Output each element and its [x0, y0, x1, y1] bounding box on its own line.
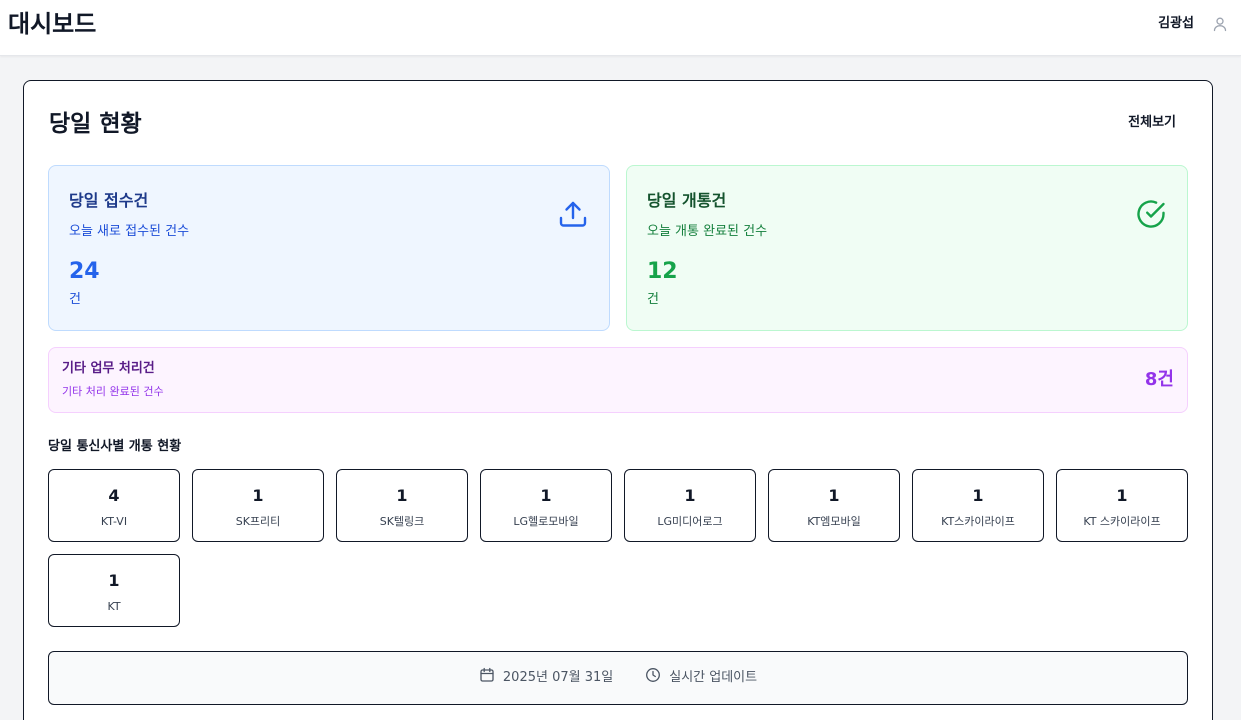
carrier-card[interactable]: 1 LG헬로모바일 — [480, 469, 612, 542]
opened-stat-card[interactable]: 당일 개통건 오늘 개통 완료된 건수 12 건 — [626, 165, 1188, 331]
received-stat-card[interactable]: 당일 접수건 오늘 새로 접수된 건수 24 건 — [48, 165, 610, 331]
other-tasks-card[interactable]: 기타 업무 처리건 기타 처리 완료된 건수 8건 — [48, 347, 1188, 413]
carrier-count: 4 — [108, 486, 120, 505]
carrier-name: LG미디어로그 — [657, 515, 723, 528]
carrier-card[interactable]: 1 SK텔링크 — [336, 469, 468, 542]
carrier-count: 1 — [396, 486, 408, 505]
carrier-card[interactable]: 1 LG미디어로그 — [624, 469, 756, 542]
app-title: 대시보드 — [8, 10, 97, 38]
opened-value: 12 — [647, 259, 678, 284]
other-title: 기타 업무 처리건 — [62, 361, 155, 376]
received-title: 당일 접수건 — [69, 191, 149, 210]
top-bar: 대시보드 김광섭 — [0, 0, 1241, 56]
carrier-card[interactable]: 1 KT — [48, 554, 180, 627]
date-text: 2025년 07월 31일 — [502, 670, 614, 685]
user-icon[interactable] — [1212, 16, 1228, 32]
carrier-count: 1 — [252, 486, 264, 505]
clock-icon — [645, 667, 661, 689]
received-value: 24 — [69, 259, 100, 284]
carrier-count: 1 — [684, 486, 696, 505]
carrier-count: 1 — [972, 486, 984, 505]
upload-icon — [557, 198, 589, 230]
realtime-update-indicator: 실시간 업데이트 — [645, 667, 757, 689]
daily-status-card: 당일 현황 전체보기 당일 접수건 오늘 새로 접수된 건수 24 건 당일 개… — [23, 80, 1213, 720]
carrier-card[interactable]: 1 SK프리티 — [192, 469, 324, 542]
check-circle-icon — [1135, 198, 1167, 230]
calendar-icon — [479, 667, 495, 689]
carrier-name: KT스카이라이프 — [941, 515, 1015, 528]
carrier-name: KT엠모바일 — [807, 515, 861, 528]
carrier-name: KT — [107, 600, 121, 613]
carrier-count: 1 — [540, 486, 552, 505]
other-value: 8건 — [1144, 369, 1174, 390]
update-label: 실시간 업데이트 — [669, 670, 758, 685]
carrier-count: 1 — [108, 571, 120, 590]
carrier-section-title: 당일 통신사별 개통 현황 — [48, 439, 182, 454]
carrier-count: 1 — [1116, 486, 1128, 505]
carrier-name: SK프리티 — [235, 515, 281, 528]
opened-subtitle: 오늘 개통 완료된 건수 — [647, 224, 768, 239]
carrier-name: LG헬로모바일 — [513, 515, 579, 528]
opened-title: 당일 개통건 — [647, 191, 727, 210]
date-display: 2025년 07월 31일 — [479, 667, 613, 689]
status-footer: 2025년 07월 31일 실시간 업데이트 — [48, 651, 1188, 705]
user-name[interactable]: 김광섭 — [1158, 15, 1194, 33]
view-all-button[interactable]: 전체보기 — [1128, 114, 1176, 132]
carrier-name: KT-VI — [100, 515, 128, 528]
carrier-card[interactable]: 4 KT-VI — [48, 469, 180, 542]
carrier-name: SK텔링크 — [379, 515, 425, 528]
carrier-grid: 4 KT-VI 1 SK프리티 1 SK텔링크 1 LG헬로모바일 1 LG미디… — [48, 469, 1188, 627]
received-subtitle: 오늘 새로 접수된 건수 — [69, 224, 190, 239]
received-unit: 건 — [69, 292, 81, 307]
carrier-card[interactable]: 1 KT스카이라이프 — [912, 469, 1044, 542]
carrier-name: KT 스카이라이프 — [1083, 515, 1161, 528]
carrier-card[interactable]: 1 KT엠모바일 — [768, 469, 900, 542]
page-title: 당일 현황 — [49, 111, 142, 137]
carrier-count: 1 — [828, 486, 840, 505]
carrier-card[interactable]: 1 KT 스카이라이프 — [1056, 469, 1188, 542]
other-subtitle: 기타 처리 완료된 건수 — [62, 385, 164, 398]
opened-unit: 건 — [647, 292, 659, 307]
